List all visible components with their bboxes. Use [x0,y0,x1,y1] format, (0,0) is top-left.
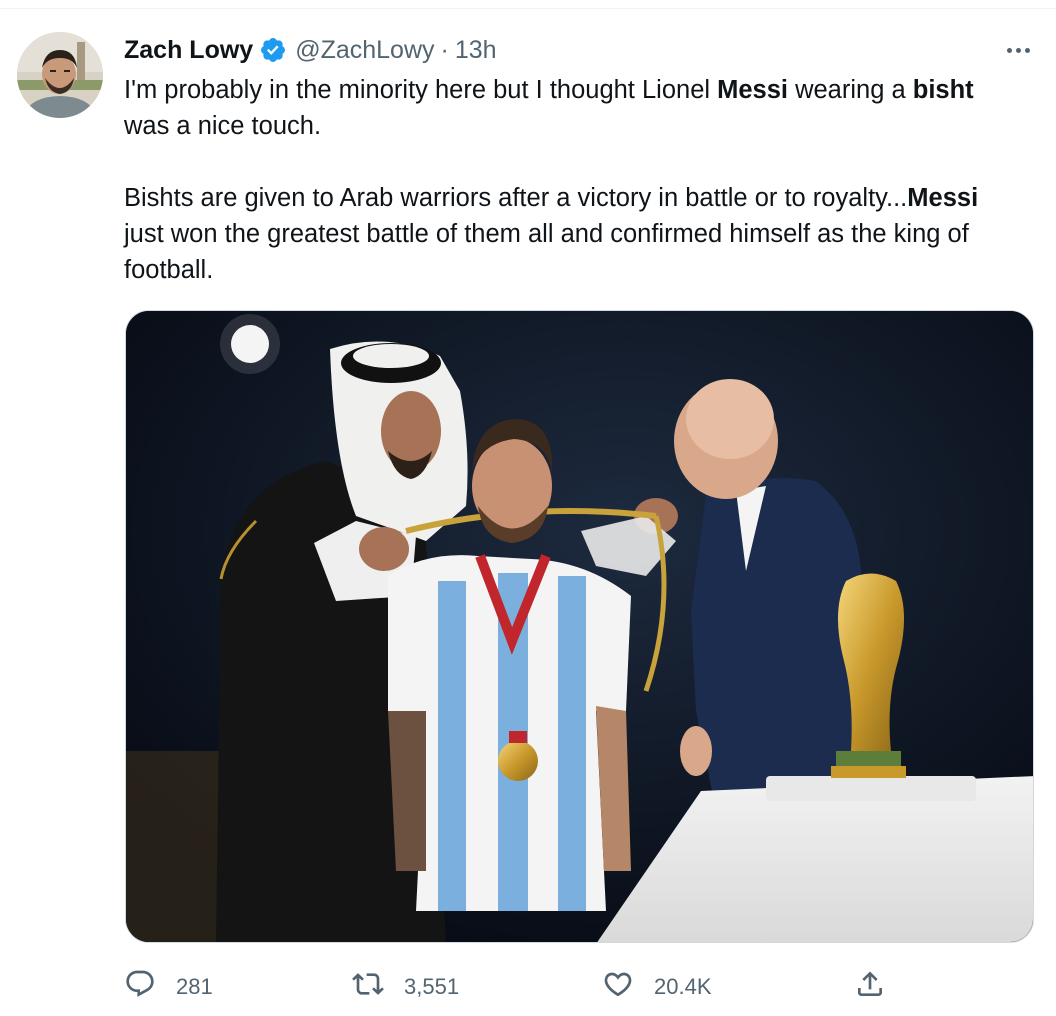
more-options-icon[interactable] [1000,36,1036,64]
reply-button[interactable]: 281 [124,962,213,1012]
verified-badge-icon [259,36,287,64]
text-segment: just won the greatest battle of them all… [124,220,969,284]
reply-icon [124,968,156,1006]
text-segment: Bishts are given to Arab warriors after … [124,184,908,212]
retweet-button[interactable]: 3,551 [352,962,459,1012]
tweet-timestamp[interactable]: 13h [455,36,497,65]
author-name[interactable]: Zach Lowy [124,36,253,65]
heart-icon [602,968,634,1006]
tweet-media-photo[interactable] [125,310,1034,943]
tweet-header: Zach Lowy @ZachLowy · 13h [124,30,497,70]
author-handle[interactable]: @ZachLowy [295,36,434,65]
share-icon [854,968,886,1006]
highlight-bisht: bisht [912,76,974,104]
top-divider [0,8,1056,9]
share-button[interactable] [854,962,886,1012]
highlight-messi: Messi [717,76,788,104]
author-avatar[interactable] [17,32,103,118]
tweet-text: I'm probably in the minority here but I … [124,72,1004,288]
reply-count: 281 [176,974,213,999]
text-segment: was a nice touch. [124,112,322,140]
like-count: 20.4K [654,974,712,999]
like-button[interactable]: 20.4K [602,962,712,1012]
separator-dot: · [440,35,449,64]
tweet-actions-bar: 281 3,551 20.4K [124,962,904,1012]
tweet-paragraph-2: Bishts are given to Arab warriors after … [124,180,1004,288]
retweet-icon [352,968,384,1006]
retweet-count: 3,551 [404,974,460,999]
tweet-paragraph-1: I'm probably in the minority here but I … [124,72,1004,144]
highlight-messi: Messi [907,184,979,212]
text-segment: I'm probably in the minority here but I … [124,76,718,104]
text-segment: wearing a [788,76,913,104]
